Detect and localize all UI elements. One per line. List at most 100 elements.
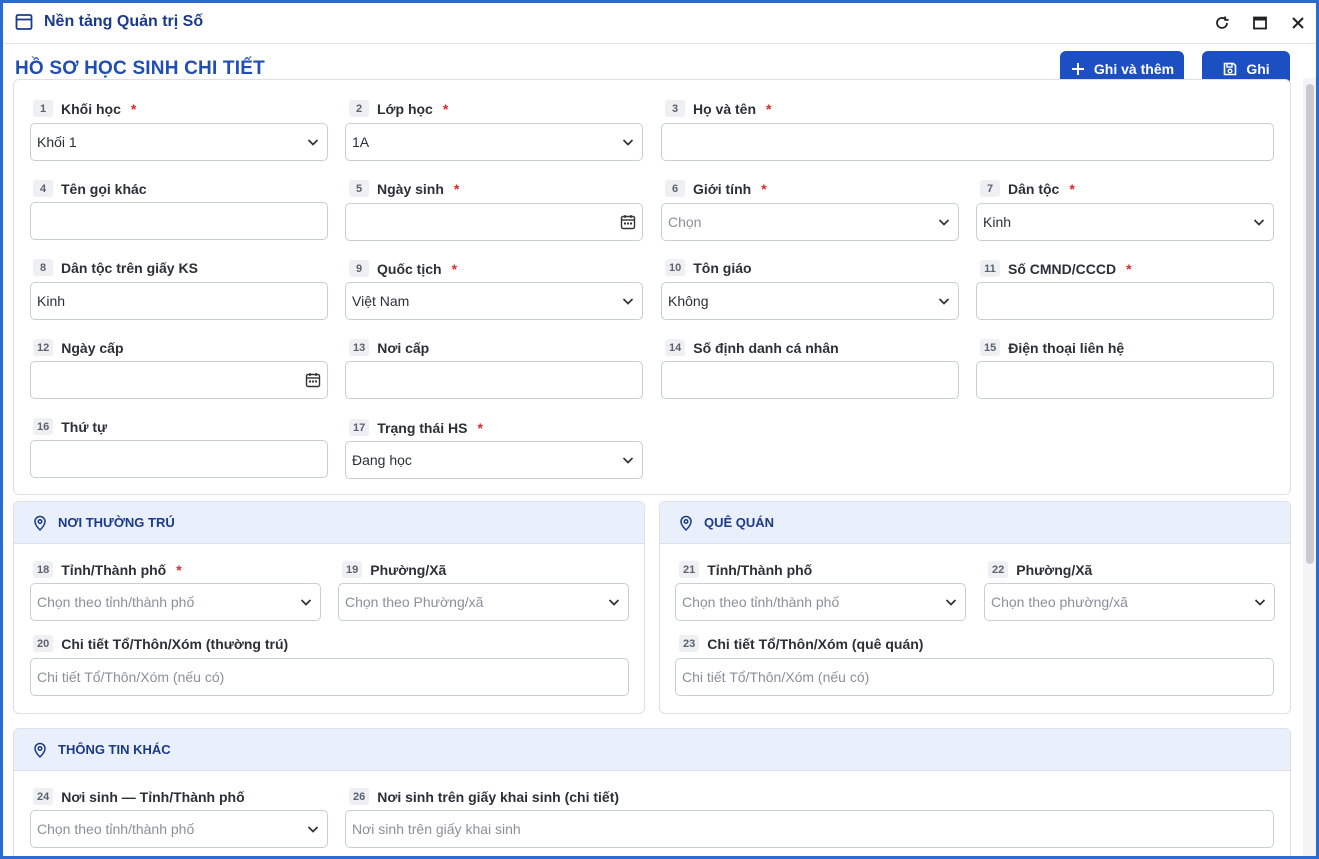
field-24-select[interactable]: Chọn theo tỉnh/thành phố [30,810,328,848]
chevron-down-icon [622,457,634,464]
field-label-text: Giới tính [693,180,752,197]
field-8-label: 8 Dân tộc trên giấy KS [33,259,198,276]
required-asterisk: * [761,180,767,197]
close-button[interactable] [1288,13,1308,33]
field-number-badge: 5 [349,180,369,197]
maximize-button[interactable] [1250,13,1270,33]
field-value: Đang học [352,452,412,468]
save-and-add-label: Ghi và thêm [1093,60,1175,77]
field-1-select[interactable]: Khối 1 [30,123,328,161]
field-26-label: 26 Nơi sinh trên giấy khai sinh (chi tiết… [349,788,619,805]
chevron-down-icon [938,298,950,305]
field-13-input[interactable] [345,361,643,399]
field-20-input[interactable]: Chi tiết Tổ/Thôn/Xóm (nếu có) [30,658,629,696]
field-placeholder: Chọn theo phường/xã [991,594,1128,610]
calendar-icon [620,215,636,230]
field-number-badge: 1 [33,100,53,117]
chevron-down-icon [307,826,319,833]
required-asterisk: * [176,561,182,578]
field-number-badge: 7 [980,180,1000,197]
required-asterisk: * [453,180,460,197]
field-number-badge: 21 [679,561,700,578]
field-23-input[interactable]: Chi tiết Tổ/Thôn/Xóm (nếu có) [675,658,1274,696]
field-14-input[interactable] [661,361,959,399]
field-11-label: 11 Số CMND/CCCD * [980,260,1132,277]
app-title: Nền tảng Quản trị Số [44,13,204,30]
field-label-text: Quốc tịch [377,260,442,277]
field-17-label: 17 Trạng thái HS * [349,419,483,436]
refresh-button[interactable] [1212,13,1232,33]
field-14-label: 14 Số định danh cá nhân [665,339,839,356]
field-label-text: Ngày cấp [61,339,124,356]
field-label-text: Chi tiết Tổ/Thôn/Xóm (thường trú) [61,635,289,652]
field-number-badge: 9 [349,260,369,277]
field-21-label: 21 Tỉnh/Thành phố [679,561,812,578]
field-16-label: 16 Thứ tự [33,418,107,435]
chevron-down-icon [307,139,319,146]
field-number-badge: 26 [349,788,370,805]
field-4-input[interactable] [30,202,328,240]
field-placeholder: Chọn theo Phường/xã [345,594,484,610]
field-19-select[interactable]: Chọn theo Phường/xã [338,583,629,621]
field-13-label: 13 Nơi cấp [349,339,429,356]
field-label-text: Chi tiết Tổ/Thôn/Xóm (quê quán) [707,635,924,652]
field-value: Không [668,293,709,309]
field-label-text: Dân tộc [1008,180,1060,197]
field-placeholder: Chọn theo tỉnh/thành phố [682,594,840,610]
field-3-input[interactable] [661,123,1274,161]
field-22-select[interactable]: Chọn theo phường/xã [984,583,1275,621]
field-5-label: 5 Ngày sinh * [349,180,459,197]
field-3-label: 3 Họ và tên * [665,100,771,117]
field-2-select[interactable]: 1A [345,123,643,161]
field-placeholder: Chọn [668,214,702,230]
field-label-text: Tên gọi khác [61,180,147,197]
plus-icon [1071,62,1084,75]
field-placeholder: Chi tiết Tổ/Thôn/Xóm (nếu có) [37,669,225,685]
field-number-badge: 6 [665,180,685,197]
page-title: HỒ SƠ HỌC SINH CHI TIẾT [15,58,265,79]
field-number-badge: 13 [349,339,370,356]
scrollbar[interactable] [1303,78,1316,856]
field-number-badge: 10 [665,259,686,276]
field-number-badge: 11 [980,260,1000,277]
required-asterisk: * [766,100,772,117]
field-4-label: 4 Tên gọi khác [33,180,147,197]
scrollbar-thumb[interactable] [1306,84,1314,564]
field-label-text: Thứ tự [61,418,108,435]
field-label-text: Số CMND/CCCD [1008,260,1117,277]
field-5-date-picker[interactable] [345,203,643,241]
field-16-input[interactable] [30,440,328,478]
field-number-badge: 16 [33,418,54,435]
hometown-header: QUÊ QUÁN [660,502,1290,544]
field-2-label: 2 Lớp học * [349,100,448,117]
field-label-text: Họ và tên [693,100,757,117]
field-value: Việt Nam [352,293,410,309]
field-21-select[interactable]: Chọn theo tỉnh/thành phố [675,583,966,621]
title-bar: Nền tảng Quản trị Số [3,3,1316,44]
field-label-text: Ngày sinh [377,180,444,197]
field-18-select[interactable]: Chọn theo tỉnh/thành phố [30,583,321,621]
field-9-select[interactable]: Việt Nam [345,282,643,320]
field-17-select[interactable]: Đang học [345,441,643,479]
other-info-header: THÔNG TIN KHÁC [14,729,1290,771]
field-number-badge: 20 [33,635,54,652]
field-label-text: Khối học [61,100,121,117]
save-label: Ghi [1246,60,1270,77]
field-15-input[interactable] [976,361,1274,399]
field-10-select[interactable]: Không [661,282,959,320]
field-7-select[interactable]: Kinh [976,203,1274,241]
required-asterisk: * [130,100,137,117]
refresh-icon [1216,16,1229,29]
field-8-input[interactable]: Kinh [30,282,328,320]
field-26-input[interactable]: Nơi sinh trên giấy khai sinh [345,810,1274,848]
field-number-badge: 15 [980,339,1001,356]
field-11-input[interactable] [976,282,1274,320]
field-6-select[interactable]: Chọn [661,203,959,241]
window-icon [15,14,33,30]
permanent-address-header: NƠI THƯỜNG TRÚ [14,502,644,544]
field-12-date-picker[interactable] [30,361,328,399]
section-title: NƠI THƯỜNG TRÚ [58,515,175,530]
field-number-badge: 19 [342,561,363,578]
field-number-badge: 17 [349,419,370,436]
required-asterisk: * [1069,180,1075,197]
